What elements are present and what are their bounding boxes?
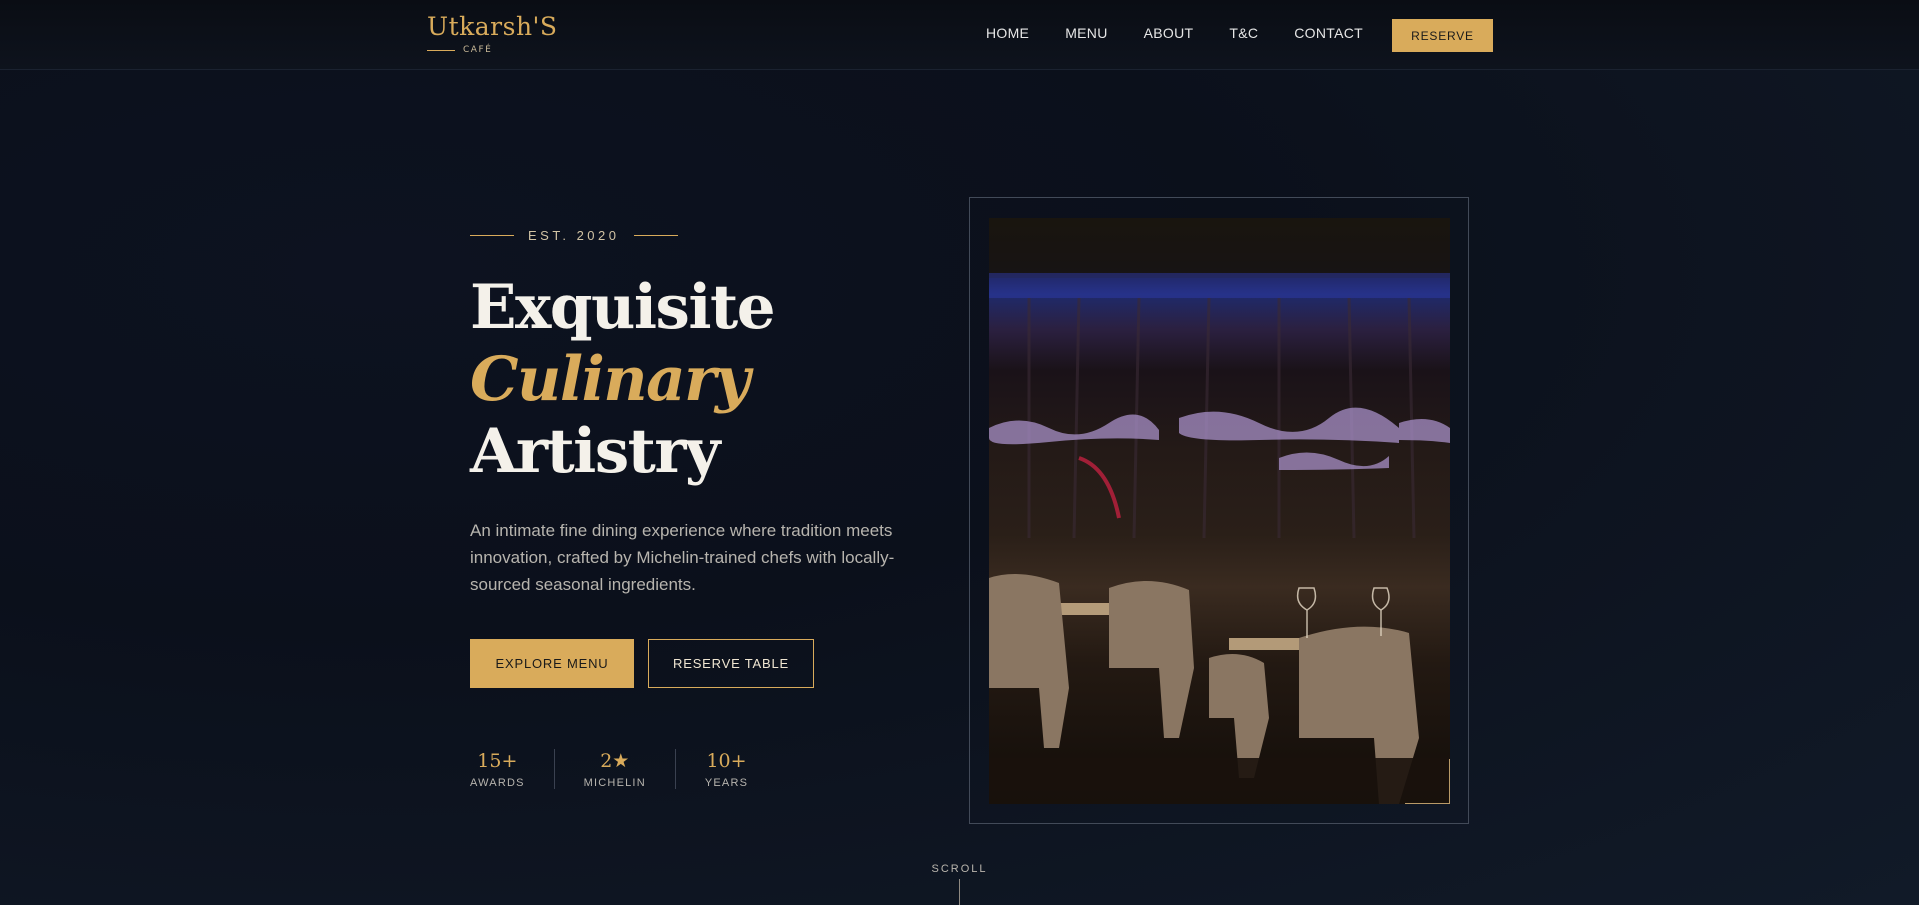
- stats-row: 15+ AWARDS 2★ MICHELIN 10+ YEARS: [470, 749, 777, 789]
- hero-title-line-2: Culinary: [470, 344, 750, 415]
- stat-michelin: 2★ MICHELIN: [553, 749, 675, 789]
- restaurant-interior-illustration: [989, 218, 1450, 804]
- hero-title: Exquisite Culinary Artistry: [470, 272, 776, 488]
- stat-label: MICHELIN: [583, 777, 646, 789]
- nav-link-menu[interactable]: MENU: [1065, 25, 1107, 41]
- stat-value: 10+: [706, 750, 747, 772]
- stat-awards: 15+ AWARDS: [470, 749, 554, 789]
- explore-menu-button[interactable]: EXPLORE MENU: [470, 639, 634, 688]
- logo-divider: [427, 49, 455, 51]
- brand-logo[interactable]: Utkarsh'S CAFÉ: [427, 12, 558, 55]
- scroll-indicator[interactable]: SCROLL: [0, 857, 1919, 876]
- stat-years: 10+ YEARS: [674, 749, 777, 789]
- hero-description: An intimate fine dining experience where…: [470, 521, 895, 594]
- hero-title-line-3: Artistry: [470, 416, 720, 487]
- brand-sub: CAFÉ: [427, 45, 492, 55]
- est-tagline: EST. 2020: [470, 228, 678, 243]
- nav-link-about[interactable]: ABOUT: [1144, 25, 1194, 41]
- nav-link-home[interactable]: HOME: [986, 25, 1029, 41]
- stat-value: 15+: [477, 750, 518, 772]
- scroll-label: SCROLL: [931, 863, 988, 875]
- image-corner-accent: [1405, 759, 1450, 804]
- nav-link-contact[interactable]: CONTACT: [1294, 25, 1363, 41]
- nav-link-terms[interactable]: T&C: [1229, 25, 1258, 41]
- navbar: Utkarsh'S CAFÉ HOME MENU ABOUT T&C CONTA…: [0, 0, 1919, 70]
- stat-label: YEARS: [704, 777, 749, 789]
- stat-label: AWARDS: [470, 777, 525, 789]
- brand-name: Utkarsh'S: [427, 12, 558, 41]
- scroll-line: [959, 879, 960, 905]
- stat-value: 2★: [600, 750, 630, 772]
- hero-title-line-1: Exquisite: [470, 272, 776, 343]
- reserve-table-button[interactable]: RESERVE TABLE: [648, 639, 814, 688]
- est-text: EST. 2020: [528, 228, 620, 243]
- restaurant-interior-image: [989, 218, 1450, 804]
- brand-subtitle: CAFÉ: [463, 45, 493, 55]
- est-line-left: [470, 235, 514, 236]
- reserve-button[interactable]: RESERVE: [1392, 19, 1493, 52]
- nav-links: HOME MENU ABOUT T&C CONTACT: [986, 25, 1399, 41]
- est-line-right: [633, 235, 678, 236]
